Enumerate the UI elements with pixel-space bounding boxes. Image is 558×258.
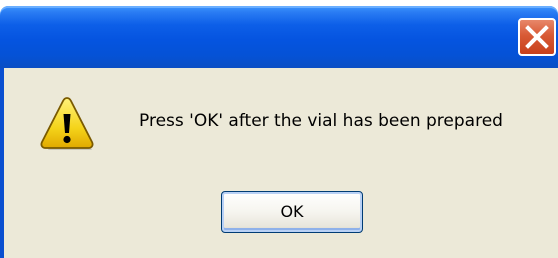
dialog-message: Press 'OK' after the vial has been prepa…: [139, 111, 503, 131]
message-dialog: Press 'OK' after the vial has been prepa…: [0, 6, 558, 258]
close-button[interactable]: [518, 18, 556, 56]
ok-button[interactable]: OK: [221, 191, 363, 233]
title-bar[interactable]: [0, 6, 558, 68]
warning-icon: [40, 97, 94, 150]
window-border: [0, 68, 4, 258]
close-icon: [525, 25, 549, 49]
